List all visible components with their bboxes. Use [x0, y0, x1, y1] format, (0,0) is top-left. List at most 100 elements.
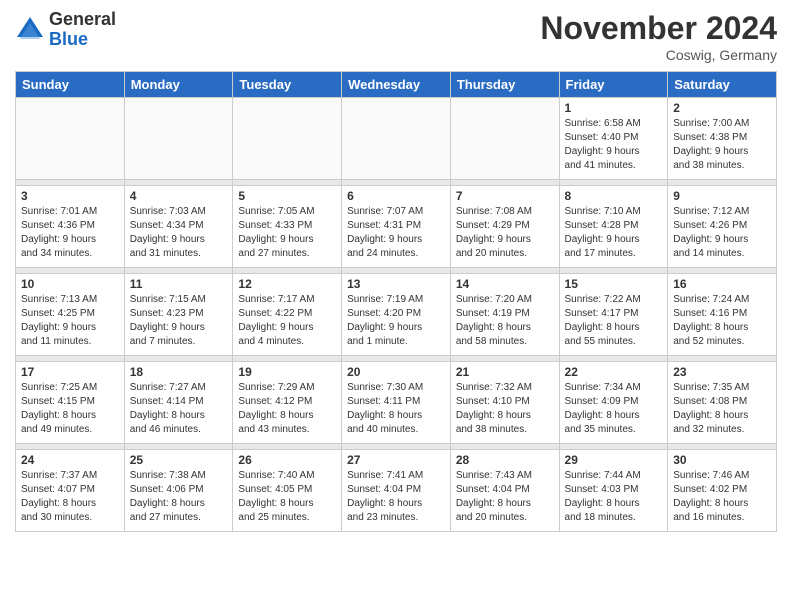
day-number: 2	[673, 101, 771, 115]
day-info: Sunrise: 7:44 AM Sunset: 4:03 PM Dayligh…	[565, 469, 663, 525]
day-info: Sunrise: 7:01 AM Sunset: 4:36 PM Dayligh…	[21, 205, 119, 261]
day-number: 21	[456, 365, 554, 379]
calendar-cell: 4Sunrise: 7:03 AM Sunset: 4:34 PM Daylig…	[124, 186, 233, 268]
day-info: Sunrise: 7:12 AM Sunset: 4:26 PM Dayligh…	[673, 205, 771, 261]
day-info: Sunrise: 7:07 AM Sunset: 4:31 PM Dayligh…	[347, 205, 445, 261]
col-thursday: Thursday	[450, 72, 559, 98]
day-info: Sunrise: 7:43 AM Sunset: 4:04 PM Dayligh…	[456, 469, 554, 525]
page-container: General Blue November 2024 Coswig, Germa…	[0, 0, 792, 542]
day-info: Sunrise: 7:10 AM Sunset: 4:28 PM Dayligh…	[565, 205, 663, 261]
col-friday: Friday	[559, 72, 668, 98]
calendar-cell	[124, 98, 233, 180]
day-info: Sunrise: 7:29 AM Sunset: 4:12 PM Dayligh…	[238, 381, 336, 437]
calendar-cell: 27 Sunrise: 7:41 AM Sunset: 4:04 PM Dayli…	[342, 450, 451, 532]
day-info: Sunrise: 7:17 AM Sunset: 4:22 PM Dayligh…	[238, 293, 336, 349]
day-number: 27	[347, 453, 445, 467]
calendar-cell: 11 Sunrise: 7:15 AM Sunset: 4:23 PM Dayli…	[124, 274, 233, 356]
calendar-cell: 21 Sunrise: 7:32 AM Sunset: 4:10 PM Dayli…	[450, 362, 559, 444]
calendar-cell: 22 Sunrise: 7:34 AM Sunset: 4:09 PM Dayli…	[559, 362, 668, 444]
calendar-cell: 3Sunrise: 7:01 AM Sunset: 4:36 PM Daylig…	[16, 186, 125, 268]
day-number: 14	[456, 277, 554, 291]
day-number: 15	[565, 277, 663, 291]
col-saturday: Saturday	[668, 72, 777, 98]
col-sunday: Sunday	[16, 72, 125, 98]
calendar-cell	[16, 98, 125, 180]
day-number: 13	[347, 277, 445, 291]
day-number: 12	[238, 277, 336, 291]
calendar-cell: 13 Sunrise: 7:19 AM Sunset: 4:20 PM Dayli…	[342, 274, 451, 356]
day-info: Sunrise: 7:22 AM Sunset: 4:17 PM Dayligh…	[565, 293, 663, 349]
day-number: 20	[347, 365, 445, 379]
calendar-cell: 1 Sunrise: 6:58 AM Sunset: 4:40 PM Daylig…	[559, 98, 668, 180]
calendar-cell: 6 Sunrise: 7:07 AM Sunset: 4:31 PM Daylig…	[342, 186, 451, 268]
calendar-cell: 29 Sunrise: 7:44 AM Sunset: 4:03 PM Dayli…	[559, 450, 668, 532]
day-info: Sunrise: 7:24 AM Sunset: 4:16 PM Dayligh…	[673, 293, 771, 349]
day-info: Sunrise: 7:13 AM Sunset: 4:25 PM Dayligh…	[21, 293, 119, 349]
calendar-cell: 15 Sunrise: 7:22 AM Sunset: 4:17 PM Dayli…	[559, 274, 668, 356]
day-info: Sunrise: 7:46 AM Sunset: 4:02 PM Dayligh…	[673, 469, 771, 525]
day-info: Sunrise: 7:37 AM Sunset: 4:07 PM Dayligh…	[21, 469, 119, 525]
calendar-cell: 23 Sunrise: 7:35 AM Sunset: 4:08 PM Dayli…	[668, 362, 777, 444]
page-header: General Blue November 2024 Coswig, Germa…	[15, 10, 777, 63]
day-number: 11	[130, 277, 228, 291]
day-info: Sunrise: 7:34 AM Sunset: 4:09 PM Dayligh…	[565, 381, 663, 437]
month-title: November 2024	[540, 10, 777, 47]
day-number: 6	[347, 189, 445, 203]
calendar-cell	[342, 98, 451, 180]
day-number: 22	[565, 365, 663, 379]
calendar-cell: 12 Sunrise: 7:17 AM Sunset: 4:22 PM Dayli…	[233, 274, 342, 356]
calendar-cell: 18 Sunrise: 7:27 AM Sunset: 4:14 PM Dayli…	[124, 362, 233, 444]
day-info: Sunrise: 7:03 AM Sunset: 4:34 PM Dayligh…	[130, 205, 228, 261]
calendar-week-5: 24 Sunrise: 7:37 AM Sunset: 4:07 PM Dayli…	[16, 450, 777, 532]
calendar-cell: 9 Sunrise: 7:12 AM Sunset: 4:26 PM Daylig…	[668, 186, 777, 268]
day-number: 1	[565, 101, 663, 115]
calendar-cell: 16 Sunrise: 7:24 AM Sunset: 4:16 PM Dayli…	[668, 274, 777, 356]
day-info: Sunrise: 7:15 AM Sunset: 4:23 PM Dayligh…	[130, 293, 228, 349]
calendar-cell: 20Sunrise: 7:30 AM Sunset: 4:11 PM Dayli…	[342, 362, 451, 444]
calendar-cell: 19Sunrise: 7:29 AM Sunset: 4:12 PM Dayli…	[233, 362, 342, 444]
logo-text: General Blue	[49, 10, 116, 50]
day-info: Sunrise: 6:58 AM Sunset: 4:40 PM Dayligh…	[565, 117, 663, 173]
day-number: 23	[673, 365, 771, 379]
day-number: 10	[21, 277, 119, 291]
day-info: Sunrise: 7:25 AM Sunset: 4:15 PM Dayligh…	[21, 381, 119, 437]
day-number: 26	[238, 453, 336, 467]
day-info: Sunrise: 7:27 AM Sunset: 4:14 PM Dayligh…	[130, 381, 228, 437]
day-number: 24	[21, 453, 119, 467]
calendar-cell: 14 Sunrise: 7:20 AM Sunset: 4:19 PM Dayli…	[450, 274, 559, 356]
col-wednesday: Wednesday	[342, 72, 451, 98]
day-number: 18	[130, 365, 228, 379]
day-info: Sunrise: 7:08 AM Sunset: 4:29 PM Dayligh…	[456, 205, 554, 261]
calendar-week-3: 10 Sunrise: 7:13 AM Sunset: 4:25 PM Dayli…	[16, 274, 777, 356]
day-number: 17	[21, 365, 119, 379]
day-info: Sunrise: 7:05 AM Sunset: 4:33 PM Dayligh…	[238, 205, 336, 261]
calendar-cell: 2 Sunrise: 7:00 AM Sunset: 4:38 PM Daylig…	[668, 98, 777, 180]
day-number: 8	[565, 189, 663, 203]
logo-icon	[15, 15, 45, 45]
title-section: November 2024 Coswig, Germany	[540, 10, 777, 63]
col-tuesday: Tuesday	[233, 72, 342, 98]
calendar-cell: 17 Sunrise: 7:25 AM Sunset: 4:15 PM Dayli…	[16, 362, 125, 444]
day-info: Sunrise: 7:00 AM Sunset: 4:38 PM Dayligh…	[673, 117, 771, 173]
day-info: Sunrise: 7:19 AM Sunset: 4:20 PM Dayligh…	[347, 293, 445, 349]
day-number: 25	[130, 453, 228, 467]
day-number: 9	[673, 189, 771, 203]
calendar-cell	[450, 98, 559, 180]
calendar-cell: 7Sunrise: 7:08 AM Sunset: 4:29 PM Daylig…	[450, 186, 559, 268]
calendar-cell: 24 Sunrise: 7:37 AM Sunset: 4:07 PM Dayli…	[16, 450, 125, 532]
day-number: 30	[673, 453, 771, 467]
day-info: Sunrise: 7:32 AM Sunset: 4:10 PM Dayligh…	[456, 381, 554, 437]
day-number: 16	[673, 277, 771, 291]
day-info: Sunrise: 7:20 AM Sunset: 4:19 PM Dayligh…	[456, 293, 554, 349]
day-info: Sunrise: 7:35 AM Sunset: 4:08 PM Dayligh…	[673, 381, 771, 437]
calendar-week-2: 3Sunrise: 7:01 AM Sunset: 4:36 PM Daylig…	[16, 186, 777, 268]
calendar-cell: 8 Sunrise: 7:10 AM Sunset: 4:28 PM Daylig…	[559, 186, 668, 268]
day-number: 29	[565, 453, 663, 467]
calendar-cell: 28 Sunrise: 7:43 AM Sunset: 4:04 PM Dayli…	[450, 450, 559, 532]
day-number: 5	[238, 189, 336, 203]
calendar-cell: 30 Sunrise: 7:46 AM Sunset: 4:02 PM Dayli…	[668, 450, 777, 532]
calendar-cell: 25Sunrise: 7:38 AM Sunset: 4:06 PM Dayli…	[124, 450, 233, 532]
day-info: Sunrise: 7:41 AM Sunset: 4:04 PM Dayligh…	[347, 469, 445, 525]
day-number: 28	[456, 453, 554, 467]
location: Coswig, Germany	[540, 47, 777, 63]
